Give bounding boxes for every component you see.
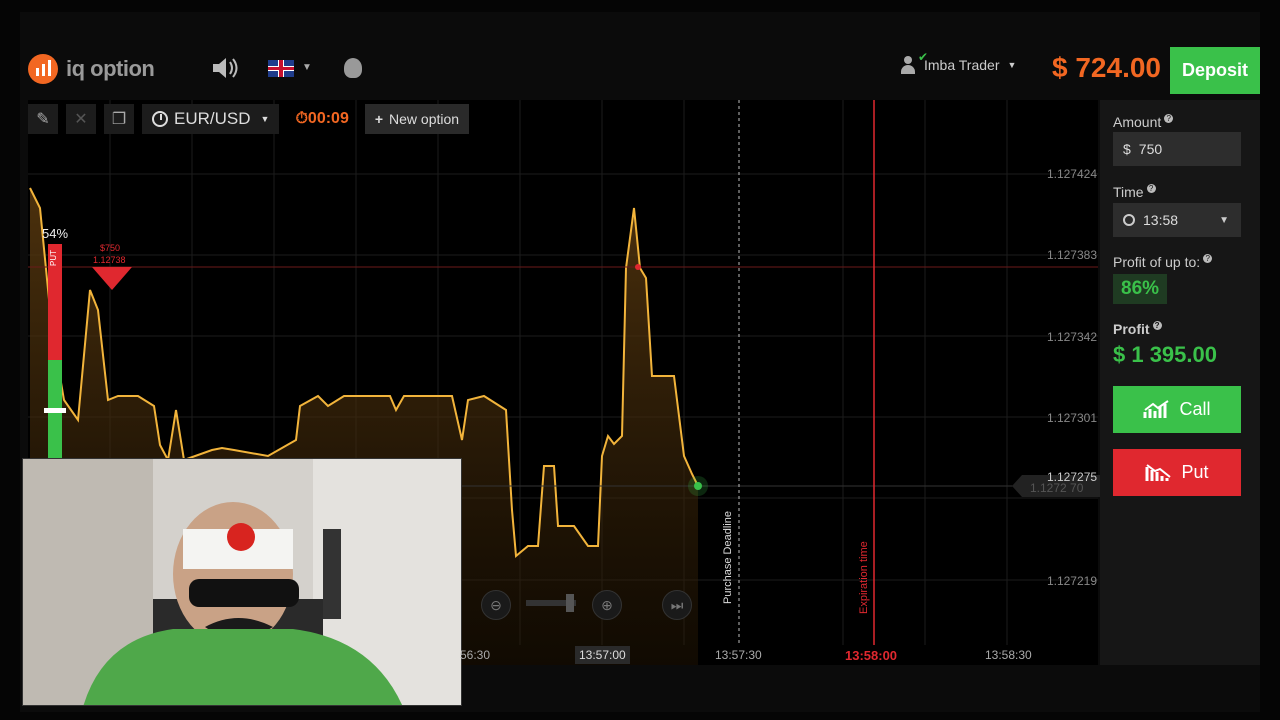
stopwatch-icon: ⏱: [295, 110, 308, 127]
x-tick: 13:57:30: [715, 648, 762, 662]
copy-icon[interactable]: ❐: [104, 104, 134, 134]
zoom-in-icon[interactable]: ⊕: [592, 590, 622, 620]
help-icon: ?: [1152, 321, 1162, 330]
profit-label: Profit?: [1113, 321, 1162, 337]
asset-clock-icon: [152, 111, 168, 127]
expiration-time-label: Expiration time: [858, 541, 870, 614]
webcam-image: [23, 459, 461, 705]
x-tick: 13:58:30: [985, 648, 1032, 662]
time-label: Time?: [1113, 184, 1156, 200]
balance-amount[interactable]: $ 724.00: [1052, 52, 1161, 84]
time-select[interactable]: 13:58 ▼: [1113, 203, 1241, 237]
y-tick: 1.127424: [1046, 167, 1097, 181]
logo[interactable]: iq option: [28, 54, 155, 84]
deal-put-marker: [92, 267, 132, 290]
zoom-slider-handle[interactable]: [566, 594, 574, 612]
close-icon[interactable]: ✕: [66, 104, 96, 134]
x-tick-current: 13:57:00: [575, 646, 630, 664]
current-price-glow: [688, 476, 708, 496]
sentiment-divider: [44, 408, 66, 413]
logo-text: iq option: [66, 56, 155, 81]
deal-price: 1.12738: [93, 255, 126, 265]
plus-icon: +: [374, 111, 384, 127]
purchase-deadline-label: Purchase Deadline: [722, 511, 734, 604]
trend-down-icon: [1145, 463, 1172, 481]
deal-point-dot: [635, 264, 641, 270]
y-tick: 1.127383: [1046, 248, 1097, 262]
profit-value: $ 1 395.00: [1113, 342, 1217, 367]
asset-selector[interactable]: EUR/USD ▼: [142, 104, 280, 134]
chart-toolbar: ✎ ✕ ❐ EUR/USD ▼ ⏱00:09 + New option: [28, 104, 470, 134]
put-percent: 54%: [42, 226, 69, 241]
chevron-down-icon[interactable]: ▼: [302, 62, 312, 73]
currency-symbol: $: [1123, 141, 1131, 157]
trend-up-icon: [1143, 399, 1170, 418]
x-tick-expiry: 13:58:00: [845, 648, 898, 663]
call-label: Call: [1179, 399, 1211, 419]
verified-check-icon: ✔: [918, 50, 929, 64]
call-button[interactable]: Call: [1113, 386, 1241, 433]
y-tick: 1.127219: [1046, 574, 1097, 588]
y-tick: 1.127301: [1046, 411, 1097, 425]
deal-amount: $750: [100, 243, 121, 253]
help-icon: ?: [1203, 254, 1213, 263]
asset-name: EUR/USD: [174, 109, 251, 128]
put-label: Put: [1181, 462, 1209, 482]
zoom-out-icon[interactable]: ⊖: [481, 590, 511, 620]
user-name: Imba Trader: [924, 57, 1000, 73]
sound-icon[interactable]: [210, 56, 240, 86]
chevron-down-icon: ▼: [1007, 60, 1017, 70]
put-bar-label: PUT: [49, 250, 58, 266]
top-bar: iq option ▼ Imba Trader ▼ ✔ $ 724.00 Dep…: [20, 40, 1260, 96]
timer-value: 00:09: [307, 110, 349, 127]
x-tick: 56:30: [460, 648, 491, 662]
clock-icon: [1123, 214, 1135, 226]
amount-value: 750: [1138, 141, 1163, 157]
help-icon: ?: [1146, 184, 1156, 193]
logo-icon: [28, 54, 58, 84]
y-tick: 1.127342: [1046, 330, 1097, 344]
lightbulb-icon[interactable]: [344, 58, 362, 78]
skip-to-end-icon[interactable]: ⏭: [662, 590, 692, 620]
put-button[interactable]: Put: [1113, 449, 1241, 496]
amount-input[interactable]: $ 750: [1113, 132, 1241, 166]
uk-flag-icon[interactable]: [268, 60, 294, 77]
current-price-value: 1.127275: [1047, 470, 1098, 484]
profit-upto-label: Profit of up to:?: [1113, 254, 1213, 270]
expiry-timer: ⏱00:09: [287, 110, 356, 128]
deposit-button[interactable]: Deposit: [1170, 47, 1260, 94]
amount-label: Amount?: [1113, 114, 1174, 130]
user-icon: [900, 56, 916, 74]
webcam-overlay: [22, 458, 462, 706]
profit-percent: 86%: [1113, 274, 1168, 304]
time-value: 13:58: [1143, 212, 1179, 228]
new-option-label: New option: [389, 111, 460, 127]
new-option-button[interactable]: + New option: [364, 104, 470, 134]
chevron-down-icon: ▼: [260, 114, 270, 124]
help-icon: ?: [1164, 114, 1174, 123]
pencil-icon[interactable]: ✎: [28, 104, 58, 134]
chevron-down-icon: ▼: [1219, 214, 1229, 226]
